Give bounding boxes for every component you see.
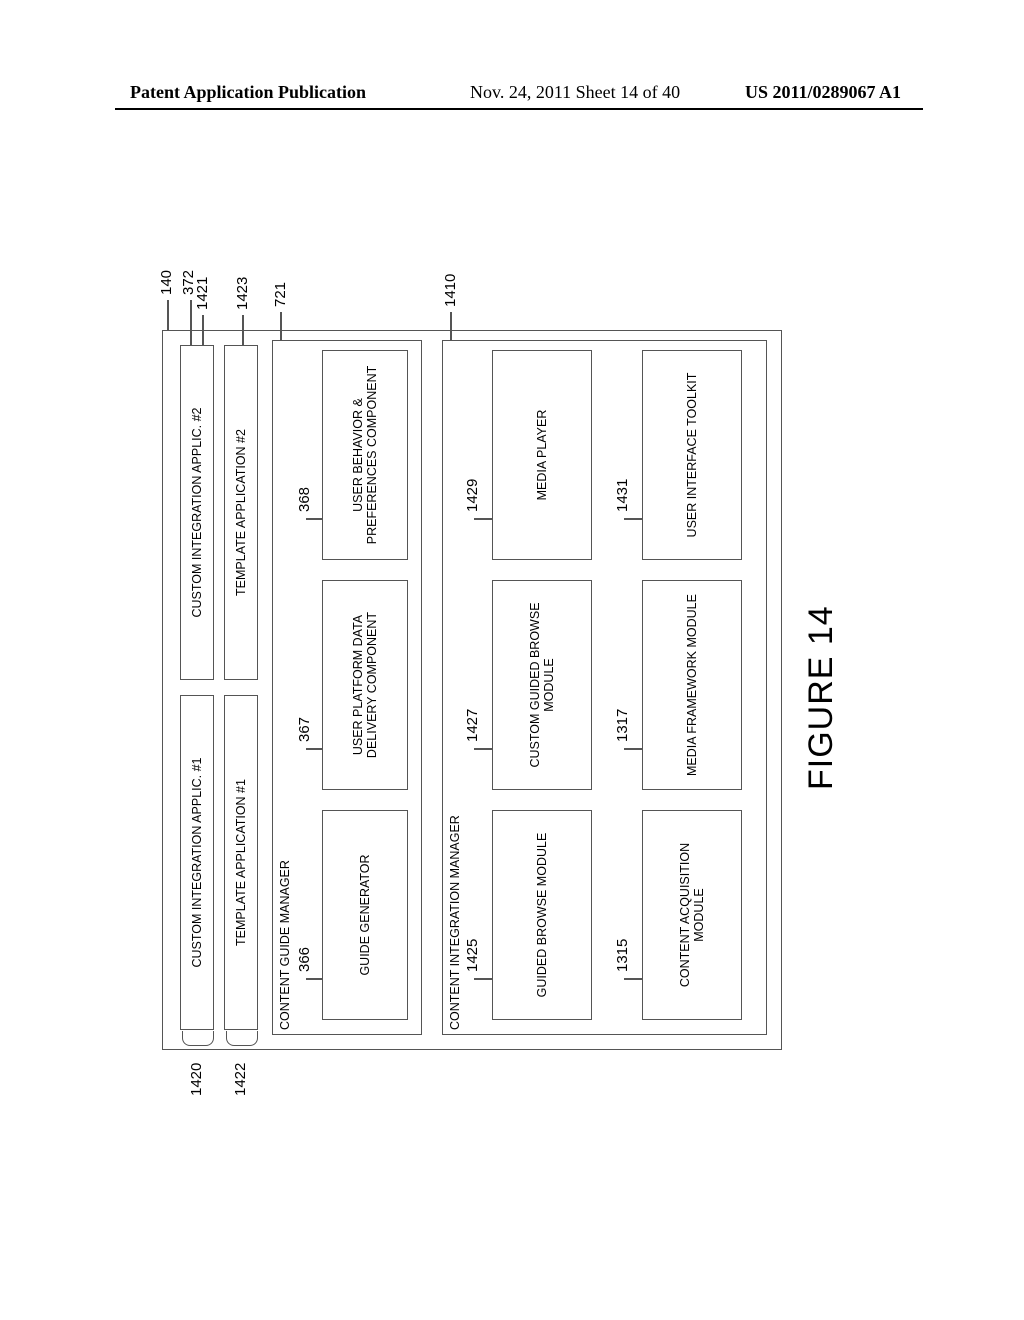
box-cia1: CUSTOM INTEGRATION APPLIC. #1 (180, 695, 214, 1030)
label-updd: USER PLATFORM DATA DELIVERY COMPONENT (323, 581, 407, 789)
box-367: USER PLATFORM DATA DELIVERY COMPONENT (322, 580, 408, 790)
lead-140 (167, 300, 169, 330)
brace-1422 (226, 1031, 258, 1046)
figure-caption: FIGURE 14 (802, 605, 841, 790)
lead-368 (306, 519, 322, 521)
box-1425: GUIDED BROWSE MODULE (492, 810, 592, 1020)
lead-1427 (474, 749, 492, 751)
lead-1410 (450, 312, 452, 340)
header-mid: Nov. 24, 2011 Sheet 14 of 40 (470, 82, 680, 103)
header-rule (115, 108, 923, 110)
ref-1317: 1317 (614, 709, 631, 742)
ref-367: 367 (296, 717, 313, 742)
ref-1427: 1427 (464, 709, 481, 742)
lead-1429 (474, 519, 492, 521)
lead-1425 (474, 979, 492, 981)
ref-1422: 1422 (232, 1063, 249, 1096)
box-ta2: TEMPLATE APPLICATION #2 (224, 345, 258, 680)
ref-1410: 1410 (442, 274, 459, 307)
brace-1420 (182, 1031, 214, 1046)
label-gg: GUIDE GENERATOR (323, 811, 407, 1019)
label-uit: USER INTERFACE TOOLKIT (643, 351, 741, 559)
ref-368: 368 (296, 487, 313, 512)
lead-1423 (242, 315, 244, 345)
ref-1431: 1431 (614, 479, 631, 512)
label-mp: MEDIA PLAYER (493, 351, 591, 559)
box-368: USER BEHAVIOR & PREFERENCES COMPONENT (322, 350, 408, 560)
ref-366: 366 (296, 947, 313, 972)
lead-721 (280, 312, 282, 340)
label-cim: CONTENT INTEGRATION MANAGER (446, 710, 464, 1030)
label-cam: CONTENT ACQUISITION MODULE (643, 811, 741, 1019)
ref-1421: 1421 (194, 277, 211, 310)
lead-1315 (624, 979, 642, 981)
lead-1431 (624, 519, 642, 521)
label-ta2: TEMPLATE APPLICATION #2 (225, 346, 257, 679)
box-366: GUIDE GENERATOR (322, 810, 408, 1020)
ref-1420: 1420 (188, 1063, 205, 1096)
label-cgbm: CUSTOM GUIDED BROWSE MODULE (493, 581, 591, 789)
box-cia2: CUSTOM INTEGRATION APPLIC. #2 (180, 345, 214, 680)
box-ta1: TEMPLATE APPLICATION #1 (224, 695, 258, 1030)
header-right: US 2011/0289067 A1 (745, 82, 901, 103)
ref-1429: 1429 (464, 479, 481, 512)
ref-1425: 1425 (464, 939, 481, 972)
label-ubp: USER BEHAVIOR & PREFERENCES COMPONENT (323, 351, 407, 559)
label-cgm: CONTENT GUIDE MANAGER (276, 730, 294, 1030)
label-gbm: GUIDED BROWSE MODULE (493, 811, 591, 1019)
label-cia1: CUSTOM INTEGRATION APPLIC. #1 (181, 696, 213, 1029)
box-1427: CUSTOM GUIDED BROWSE MODULE (492, 580, 592, 790)
lead-366 (306, 979, 322, 981)
ref-721: 721 (272, 282, 289, 307)
label-ta1: TEMPLATE APPLICATION #1 (225, 696, 257, 1029)
lead-372 (190, 300, 192, 345)
ref-1423: 1423 (234, 277, 251, 310)
figure-stage: 140 CUSTOM INTEGRATION APPLIC. #1 CUSTOM… (132, 190, 892, 1090)
box-1429: MEDIA PLAYER (492, 350, 592, 560)
lead-367 (306, 749, 322, 751)
label-mfm: MEDIA FRAMEWORK MODULE (643, 581, 741, 789)
box-1315: CONTENT ACQUISITION MODULE (642, 810, 742, 1020)
ref-1315: 1315 (614, 939, 631, 972)
label-cia2: CUSTOM INTEGRATION APPLIC. #2 (181, 346, 213, 679)
lead-1421 (202, 315, 204, 345)
header-left: Patent Application Publication (130, 82, 366, 103)
box-1317: MEDIA FRAMEWORK MODULE (642, 580, 742, 790)
lead-1317 (624, 749, 642, 751)
ref-140: 140 (158, 270, 175, 295)
box-1431: USER INTERFACE TOOLKIT (642, 350, 742, 560)
